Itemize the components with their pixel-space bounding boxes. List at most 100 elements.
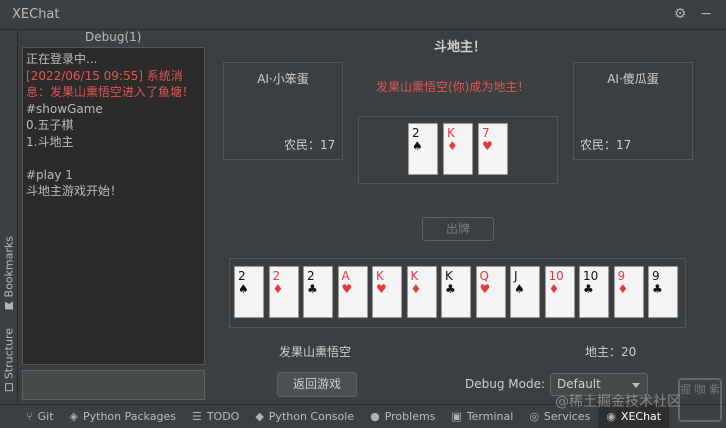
bottom-card: 7 ♥ <box>478 123 508 175</box>
card-rank: K <box>410 269 419 283</box>
card-suit-icon: ♥ <box>479 282 491 296</box>
card-rank: A <box>341 269 350 283</box>
tool-tab-terminal[interactable]: ▣ Terminal <box>443 405 521 428</box>
tool-tab-label: TODO <box>206 410 240 423</box>
tool-tab-label: XEChat <box>620 410 662 423</box>
hand-card[interactable]: A ♥ <box>337 266 368 318</box>
tool-tab-python-packages[interactable]: ◈ Python Packages <box>62 405 184 428</box>
todo-list-icon: ☰ <box>191 410 202 423</box>
right-ai-name: AI·傻瓜蛋 <box>607 72 659 86</box>
card-rank: K <box>445 269 453 283</box>
card-suit-icon: ♥ <box>341 282 353 296</box>
hand-card[interactable]: K ♣ <box>441 266 471 318</box>
card-suit-icon: ♦ <box>272 282 284 296</box>
card-suit-icon: ♦ <box>447 139 458 153</box>
debug-line: 1.斗地主 <box>26 134 74 149</box>
hand-card[interactable]: Q ♥ <box>475 266 506 318</box>
left-tool-strip: Bookmarks Structure <box>0 30 18 404</box>
bottom-card: K ♦ <box>443 123 473 175</box>
title-bar-icons: ⚙ − <box>674 7 712 21</box>
card-rank: 9 <box>652 269 660 283</box>
hand-card[interactable]: 9 ♣ <box>648 266 678 318</box>
hand-card[interactable]: K ♥ <box>372 266 402 318</box>
tool-tab-git[interactable]: ⑂ Git <box>0 405 62 428</box>
card-rank: 7 <box>482 126 490 140</box>
card-suit-icon: ♦ <box>617 282 629 296</box>
player-name: 发果山熏悟空 <box>279 345 352 359</box>
card-rank: 2 <box>272 269 281 283</box>
hand-card[interactable]: 2 ♠ <box>234 266 264 318</box>
tool-tab-label: Problems <box>384 410 436 423</box>
hand-card[interactable]: 10 ♣ <box>579 266 609 318</box>
minimize-icon[interactable]: − <box>700 7 712 21</box>
debug-console[interactable]: 正在登录中... [2022/06/15 09:55] 系统消息：发果山熏悟空进入… <box>22 47 205 365</box>
debug-line <box>26 150 201 167</box>
debug-title: Debug(1) <box>85 30 142 44</box>
watermark: @稀土掘金技术社区 <box>555 394 681 410</box>
gear-icon[interactable]: ⚙ <box>674 7 687 21</box>
card-suit-icon: ♠ <box>238 282 249 296</box>
title-bar: XEChat ⚙ − <box>0 0 726 30</box>
tool-tab-problems[interactable]: ● Problems <box>362 405 443 428</box>
tool-tab-todo[interactable]: ☰ TODO <box>184 405 247 428</box>
debug-line: #play 1 <box>26 167 73 182</box>
debug-line: 斗地主游戏开始！ <box>26 184 123 198</box>
card-rank: 2 <box>412 126 420 140</box>
tool-tab-label: Terminal <box>466 410 514 423</box>
debug-line: 正在登录中... <box>26 52 98 66</box>
tab-structure[interactable]: Structure <box>1 328 17 392</box>
tool-tab-label: Python Packages <box>82 410 176 423</box>
landlord-bottom-cards: 2 ♠ K ♦ 7 ♥ <box>358 116 558 184</box>
card-suit-icon: ♠ <box>412 139 423 153</box>
tool-tab-python-console[interactable]: ◆ Python Console <box>247 405 362 428</box>
card-suit-icon: ♦ <box>410 282 422 296</box>
card-rank: K <box>376 269 384 283</box>
player-hand: 2 ♠ 2 ♦ 2 ♣ A ♥ K ♥ K ♦ K ♣ Q ♥ J ♠ 10 ♦ 10 ♣ 9 ♦ 9 ♣ <box>229 258 686 328</box>
card-rank: 9 <box>617 269 626 283</box>
services-icon: ◎ <box>529 410 539 423</box>
tool-tab-label: Git <box>37 410 54 423</box>
terminal-icon: ▣ <box>451 410 462 423</box>
card-suit-icon: ♠ <box>514 282 525 296</box>
card-rank: 2 <box>307 269 315 283</box>
debug-mode-value: Default <box>557 377 601 391</box>
tab-bookmarks[interactable]: Bookmarks <box>1 236 17 309</box>
hand-card[interactable]: 2 ♦ <box>268 266 299 318</box>
debug-line: 0.五子棋 <box>26 118 74 132</box>
debug-line: [2022/06/15 09:55] 系统消息：发果山熏悟空进入了鱼塘！ <box>26 68 195 100</box>
landlord-announcement: 发果山熏悟空(你)成为地主！ <box>376 80 530 94</box>
card-suit-icon: ♣ <box>307 282 318 296</box>
left-ai-name: AI·小笨蛋 <box>257 72 309 86</box>
debug-input[interactable] <box>22 370 205 400</box>
packages-icon: ◈ <box>69 410 78 423</box>
hand-card[interactable]: 2 ♣ <box>303 266 333 318</box>
structure-icon <box>5 383 13 392</box>
tool-tab-label: Python Console <box>268 410 355 423</box>
tool-tab-label: Services <box>543 410 591 423</box>
chevron-down-icon <box>632 383 640 388</box>
window-title: XEChat <box>12 7 60 22</box>
back-to-game-button[interactable]: 返回游戏 <box>277 372 357 397</box>
debug-line: #showGame <box>26 101 103 116</box>
hand-card[interactable]: K ♦ <box>406 266 437 318</box>
card-rank: 10 <box>548 269 564 283</box>
hand-card[interactable]: J ♠ <box>510 266 540 318</box>
card-suit-icon: ♣ <box>652 282 663 296</box>
game-title: 斗地主！ <box>434 40 487 55</box>
card-rank: K <box>447 126 455 140</box>
tab-bookmarks-label: Bookmarks <box>2 236 16 298</box>
left-ai-role: 农民：17 <box>284 138 336 152</box>
git-branch-icon: ⑂ <box>26 410 33 423</box>
watermark-seal: 掘 咖 紫 <box>678 378 722 422</box>
card-suit-icon: ♣ <box>583 282 594 296</box>
card-rank: 10 <box>583 269 599 283</box>
landlord-card-count: 地主：20 <box>585 345 637 359</box>
card-rank: J <box>514 269 518 283</box>
hand-card[interactable]: 9 ♦ <box>613 266 644 318</box>
problems-icon: ● <box>370 410 380 423</box>
card-rank: Q <box>479 269 489 283</box>
bookmark-icon <box>5 301 13 309</box>
hand-card[interactable]: 10 ♦ <box>544 266 575 318</box>
card-rank: 2 <box>238 269 246 283</box>
play-cards-button[interactable]: 出牌 <box>422 217 494 241</box>
